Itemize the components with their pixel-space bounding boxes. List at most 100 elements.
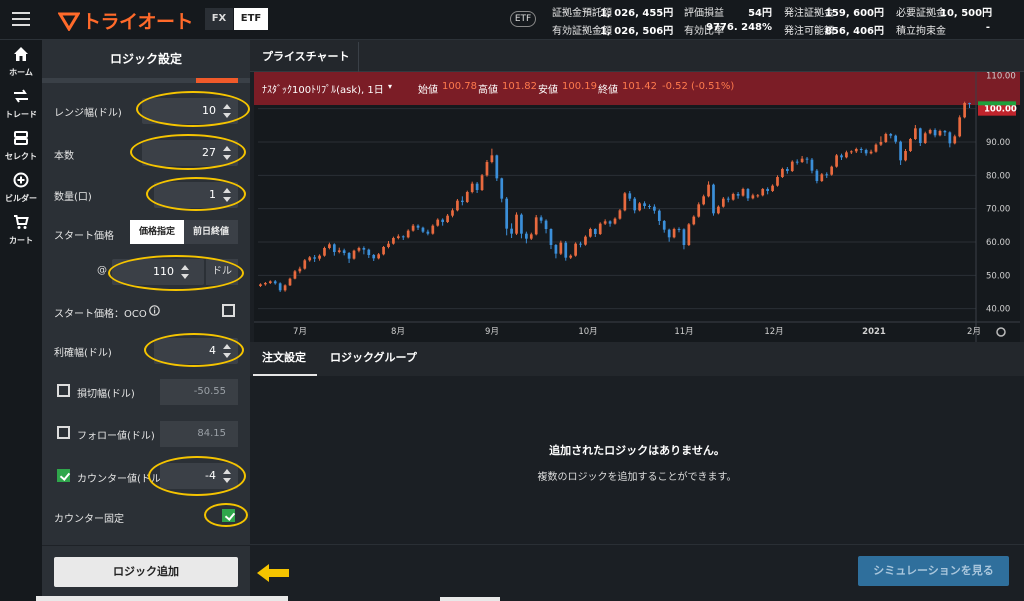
x-tick-label: 7月 — [293, 327, 307, 337]
candle-body — [736, 194, 740, 196]
counter-fixed-label: カウンター固定 — [54, 514, 124, 525]
candle-body — [441, 219, 445, 222]
top-bar: トライオート FX ETF ETF 証拠金預託額 1, 026, 455円 評価… — [0, 0, 1024, 40]
horizontal-scrollbar-segment[interactable] — [440, 597, 500, 601]
candle-body — [416, 225, 420, 228]
counter-stepper[interactable]: -4 — [160, 463, 238, 489]
view-simulation-button[interactable]: シミュレーションを見る — [858, 556, 1009, 586]
candle-body — [662, 221, 666, 230]
nav-trade[interactable]: トレード — [0, 84, 42, 126]
candle-body — [702, 196, 705, 205]
nav-label: セレクト — [5, 152, 37, 161]
quantity-stepper[interactable]: 1 — [154, 182, 238, 208]
candle-body — [603, 221, 607, 224]
trade-icon — [14, 89, 28, 103]
settings-gear-icon — [996, 327, 1006, 337]
app-logo: トライオート — [58, 8, 194, 33]
oco-checkbox[interactable] — [222, 304, 235, 317]
take-profit-label: 利確幅(ドル) — [54, 348, 112, 359]
x-tick-label: 8月 — [391, 327, 405, 337]
candle-body — [746, 189, 750, 199]
range-width-stepper[interactable]: 10 — [142, 98, 238, 124]
counter-checkbox[interactable] — [57, 469, 70, 482]
start-price-stepper[interactable]: 110 — [112, 259, 204, 285]
candle-body — [367, 249, 371, 255]
candle-body — [751, 195, 755, 199]
candle-body — [347, 253, 351, 259]
acct-value: 9776. 248% — [706, 22, 773, 33]
start-price-unit: ドル — [206, 259, 238, 285]
counter-fixed-checkbox[interactable] — [222, 509, 235, 522]
candle-body — [776, 177, 779, 186]
tab-order-settings[interactable]: 注文設定 — [262, 342, 306, 376]
counter-value: -4 — [205, 469, 216, 482]
tab-logic-group[interactable]: ロジックグループ — [330, 342, 417, 376]
follow-field[interactable]: 84.15 — [160, 421, 238, 447]
stepper-arrows-icon[interactable] — [223, 343, 232, 359]
x-tick-label: 2021 — [862, 327, 886, 337]
stepper-arrows-icon[interactable] — [223, 468, 232, 484]
candle-body — [943, 131, 947, 133]
quantity-value: 1 — [209, 188, 216, 201]
acct-label: 必要証拠金 — [896, 8, 946, 19]
candle-body — [918, 128, 922, 143]
candle-body — [904, 151, 907, 161]
stop-loss-field[interactable]: -50.55 — [160, 379, 238, 405]
candle-body — [864, 150, 868, 154]
candle-body — [889, 134, 893, 136]
count-label: 本数 — [54, 151, 74, 162]
candle-body — [667, 229, 671, 238]
follow-checkbox[interactable] — [57, 426, 70, 439]
add-logic-button[interactable]: ロジック追加 — [54, 557, 238, 587]
stepper-arrows-icon[interactable] — [181, 264, 190, 280]
nav-home[interactable]: ホーム — [0, 42, 42, 84]
stop-loss-checkbox[interactable] — [57, 384, 70, 397]
candle-body — [854, 149, 858, 152]
menu-icon[interactable] — [12, 12, 30, 26]
tab-price-chart[interactable]: プライスチャート — [254, 42, 359, 72]
bottom-divider — [250, 544, 1024, 545]
empty-state-subtitle: 複数のロジックを追加することができます。 — [537, 472, 737, 483]
horizontal-scrollbar[interactable] — [36, 596, 288, 601]
candle-body — [968, 103, 971, 104]
stepper-arrows-icon[interactable] — [223, 187, 232, 203]
candle-body — [963, 103, 966, 118]
acct-value: 856, 406円 — [824, 26, 884, 37]
info-icon[interactable] — [149, 305, 160, 316]
candle-body — [460, 200, 464, 202]
nav-cart[interactable]: カート — [0, 210, 42, 252]
y-tick-label: 60.00 — [986, 238, 1010, 248]
select-icon — [14, 131, 28, 145]
count-value: 27 — [202, 146, 216, 159]
nav-select[interactable]: セレクト — [0, 126, 42, 168]
candle-body — [554, 245, 558, 254]
price-chart[interactable]: ﾅｽﾀﾞｯｸ100ﾄﾘﾌﾟﾙ(ask), 1日 ▾ 始値 100.78 高値 1… — [254, 72, 1020, 342]
candle-body — [569, 255, 573, 258]
candle-body — [495, 155, 499, 179]
prev-close-toggle[interactable]: 前日終値 — [184, 220, 238, 244]
fx-toggle-button[interactable]: FX — [205, 8, 233, 30]
stepper-arrows-icon[interactable] — [223, 145, 232, 161]
candle-body — [510, 228, 513, 234]
candle-body — [529, 234, 533, 239]
candle-body — [534, 217, 538, 235]
candle-body — [914, 128, 917, 139]
take-profit-stepper[interactable]: 4 — [154, 338, 238, 364]
candle-body — [525, 233, 528, 239]
candle-body — [721, 198, 725, 207]
nav-builder[interactable]: ビルダー — [0, 168, 42, 210]
candle-body — [328, 244, 331, 248]
candle-body — [559, 242, 563, 254]
candlestick-chart-svg[interactable]: 110.00 100.00 90.00 80.00 70.00 60.00 50.00 40.… — [254, 72, 1020, 342]
count-stepper[interactable]: 27 — [142, 140, 238, 166]
candle-body — [593, 229, 597, 234]
candle-body — [485, 162, 489, 176]
price-specified-toggle[interactable]: 価格指定 — [130, 220, 184, 244]
candle-body — [953, 136, 957, 144]
etf-toggle-button[interactable]: ETF — [234, 8, 268, 30]
acct-value: 159, 600円 — [824, 8, 884, 19]
acct-value: 1, 026, 455円 — [600, 8, 674, 19]
stepper-arrows-icon[interactable] — [223, 103, 232, 119]
candle-body — [712, 184, 715, 214]
quantity-label: 数量(口) — [54, 192, 92, 203]
